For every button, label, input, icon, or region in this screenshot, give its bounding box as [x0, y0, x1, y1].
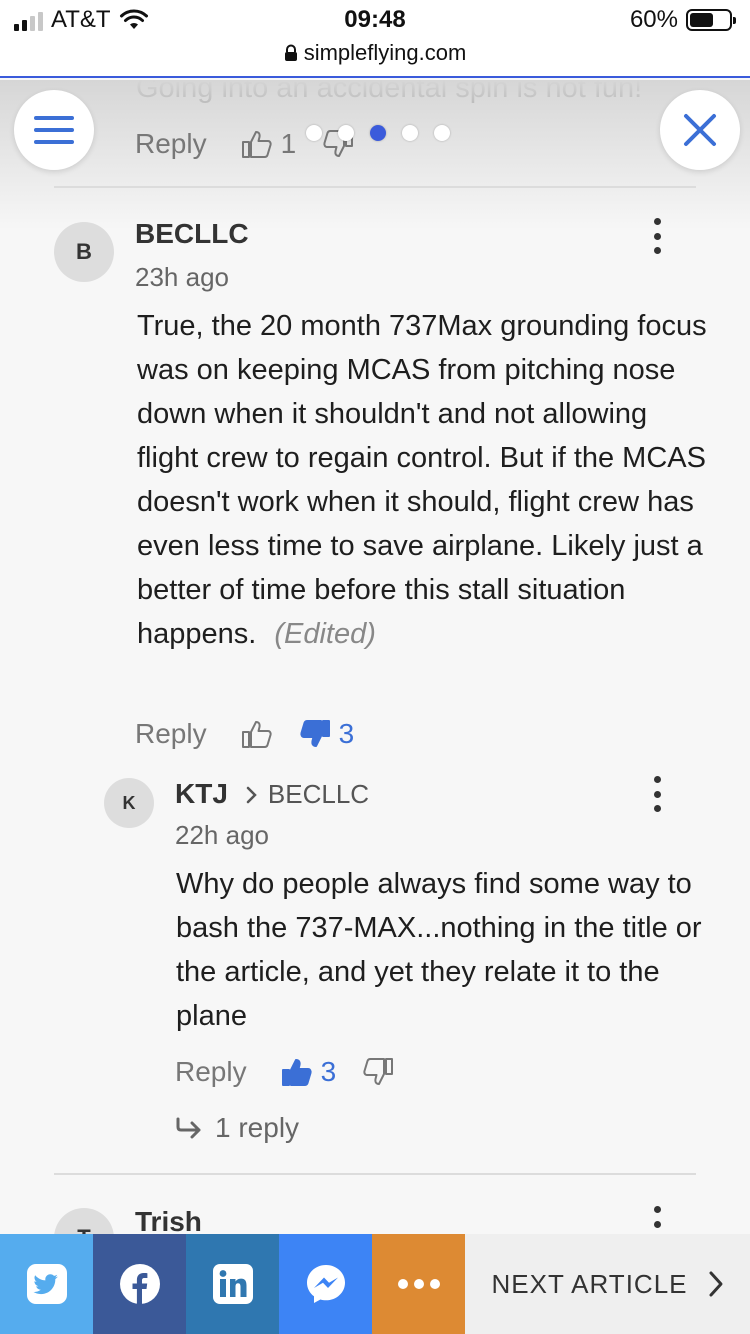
upvote-button[interactable]: 1	[241, 128, 297, 160]
reply-button[interactable]: Reply	[175, 1056, 247, 1088]
messenger-share-button[interactable]	[279, 1234, 372, 1334]
view-replies-link[interactable]: 1 reply	[175, 1112, 299, 1144]
comment-time: 23h ago	[135, 262, 229, 292]
author-name: KTJ	[175, 778, 228, 809]
comment-body: True, the 20 month 737Max grounding focu…	[137, 304, 707, 656]
comment-text: Why do people always find some way to ba…	[176, 868, 702, 1032]
battery-status: 60%	[629, 6, 736, 34]
comments-section[interactable]: Going into an accidental spin is not fun…	[0, 80, 750, 1234]
more-options-icon[interactable]	[653, 1206, 661, 1234]
carousel-indicator	[306, 125, 450, 141]
comment-divider	[54, 1173, 696, 1175]
carousel-dot-active[interactable]	[370, 125, 386, 141]
avatar[interactable]: T	[54, 1208, 114, 1234]
thumbs-down-icon	[299, 720, 330, 747]
close-button[interactable]	[660, 90, 740, 170]
in-reply-to[interactable]: BECLLC	[246, 779, 369, 809]
comment-body: Why do people always find some way to ba…	[176, 862, 706, 1038]
status-bar: AT&T 09:48 60% simpleflying.com	[0, 0, 750, 78]
downvote-button[interactable]	[362, 1057, 394, 1087]
twitter-share-button[interactable]	[0, 1234, 93, 1334]
carousel-dot[interactable]	[306, 125, 322, 141]
address-bar[interactable]: simpleflying.com	[0, 40, 750, 66]
next-article-label: NEXT ARTICLE	[491, 1268, 688, 1299]
upvote-count: 3	[320, 1056, 337, 1087]
battery-percent: 60%	[629, 6, 678, 33]
linkedin-icon	[212, 1264, 253, 1304]
edited-label: (Edited)	[274, 618, 376, 650]
reply-arrow-icon	[176, 1117, 201, 1139]
battery-icon	[686, 9, 736, 31]
facebook-icon	[119, 1264, 160, 1304]
messenger-icon	[306, 1265, 345, 1303]
share-bar: NEXT ARTICLE	[0, 1234, 750, 1334]
thumbs-up-icon	[281, 1059, 312, 1086]
ellipsis-icon	[397, 1279, 440, 1289]
downvote-button[interactable]: 3	[299, 718, 355, 750]
thumbs-up-icon	[241, 131, 272, 158]
comment-author[interactable]: Trish	[135, 1206, 202, 1234]
more-options-icon[interactable]	[653, 776, 661, 812]
comment-text: True, the 20 month 737Max grounding focu…	[137, 310, 707, 650]
comment-actions: Reply 3	[135, 718, 380, 750]
carousel-dot[interactable]	[338, 125, 354, 141]
next-article-button[interactable]: NEXT ARTICLE	[465, 1234, 750, 1334]
chevron-right-icon	[246, 786, 257, 804]
facebook-share-button[interactable]	[93, 1234, 186, 1334]
reply-button[interactable]: Reply	[135, 128, 207, 160]
previous-comment-text: Going into an accidental spin is not fun…	[136, 80, 643, 104]
comment-time: 22h ago	[175, 820, 269, 850]
comment-author[interactable]: KTJ BECLLC	[175, 778, 369, 810]
thumbs-down-icon	[363, 1058, 394, 1085]
chevron-right-icon	[709, 1271, 722, 1297]
thumbs-up-icon	[241, 721, 272, 748]
comment-divider	[54, 186, 696, 188]
hamburger-menu-icon	[34, 116, 74, 144]
page-url: simpleflying.com	[303, 40, 467, 65]
lock-icon	[284, 44, 297, 61]
twitter-icon	[26, 1264, 67, 1304]
close-icon	[684, 114, 716, 146]
in-reply-to-author: BECLLC	[267, 779, 370, 809]
downvote-count: 3	[338, 718, 355, 749]
reply-button[interactable]: Reply	[135, 718, 207, 750]
avatar[interactable]: B	[54, 222, 114, 282]
upvote-count: 1	[280, 128, 297, 159]
replies-count: 1 reply	[215, 1112, 300, 1143]
carousel-dot[interactable]	[402, 125, 418, 141]
upvote-button[interactable]	[241, 719, 273, 749]
comment-actions: Reply 3	[175, 1056, 420, 1088]
upvote-button[interactable]: 3	[281, 1056, 337, 1088]
carousel-dot[interactable]	[434, 125, 450, 141]
more-share-button[interactable]	[372, 1234, 465, 1334]
comment-author[interactable]: BECLLC	[135, 218, 249, 250]
menu-button[interactable]	[14, 90, 94, 170]
avatar[interactable]: K	[104, 778, 154, 828]
linkedin-share-button[interactable]	[186, 1234, 279, 1334]
more-options-icon[interactable]	[653, 218, 661, 254]
